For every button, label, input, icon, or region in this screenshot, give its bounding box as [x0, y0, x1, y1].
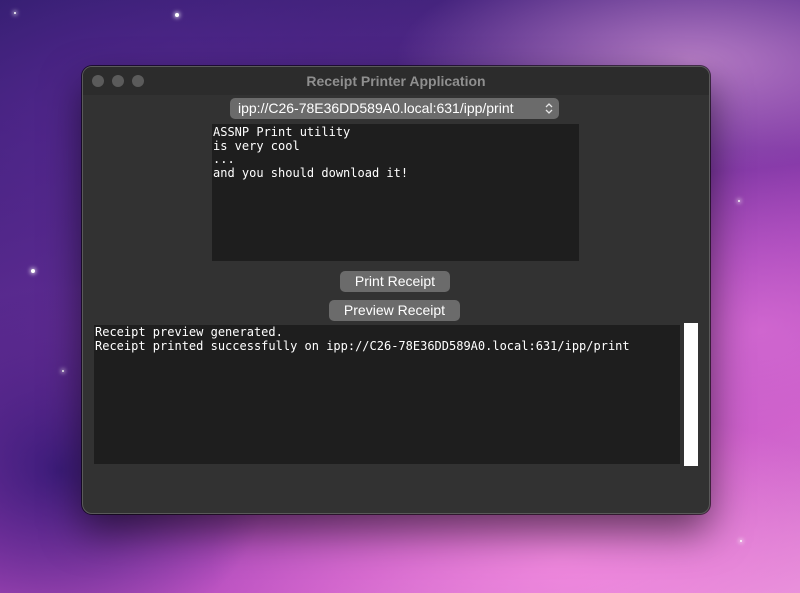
preview-receipt-button[interactable]: Preview Receipt: [329, 300, 460, 321]
desktop-star: [738, 200, 740, 202]
app-window: Receipt Printer Application ipp://C26-78…: [82, 66, 710, 514]
log-line: Receipt printed successfully on ipp://C2…: [95, 338, 630, 353]
desktop-star: [175, 13, 179, 17]
log-line: Receipt preview generated.: [95, 325, 283, 339]
receipt-line: ...: [213, 152, 235, 166]
chevron-up-down-icon: [545, 98, 553, 119]
receipt-line: is very cool: [213, 138, 300, 153]
print-receipt-button[interactable]: Print Receipt: [340, 271, 450, 292]
printer-select-value: ipp://C26-78E36DD589A0.local:631/ipp/pri…: [238, 100, 514, 116]
receipt-text-editor[interactable]: ASSNP Print utility is very cool ... and…: [212, 124, 579, 261]
log-scrollbar[interactable]: [684, 323, 698, 466]
window-title: Receipt Printer Application: [306, 73, 486, 89]
title-bar[interactable]: Receipt Printer Application: [83, 67, 709, 95]
printer-select[interactable]: ipp://C26-78E36DD589A0.local:631/ipp/pri…: [230, 98, 559, 119]
receipt-line: ASSNP Print utility: [213, 125, 351, 139]
status-log[interactable]: Receipt preview generated. Receipt print…: [94, 325, 680, 464]
desktop-star: [14, 12, 16, 14]
desktop-star: [740, 540, 742, 542]
desktop-star: [31, 269, 35, 273]
desktop-star: [62, 370, 64, 372]
receipt-line: and you should download it!: [213, 165, 409, 180]
